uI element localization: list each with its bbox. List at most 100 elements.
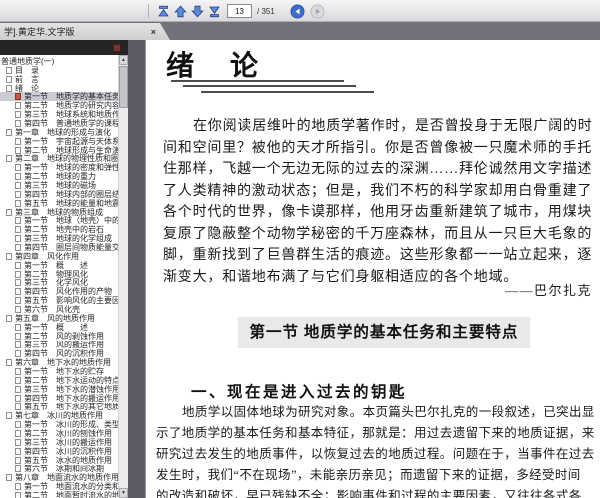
body-line: 研究过去发生的地质事件，以恢复过去的地质过程。问题在于，当事件在过去 (156, 447, 595, 461)
title-underline (171, 80, 344, 82)
toc-item[interactable]: 第二节 地下水运动的特点 (0, 376, 118, 385)
toc-item-label: 第七章 冰川的地质作用 (15, 411, 103, 421)
history-back-button[interactable] (289, 3, 306, 19)
scrollbar-track[interactable] (119, 108, 128, 488)
toc-item[interactable]: 第四节 地球内部的圈层结 (0, 190, 118, 199)
panel-pin-icon[interactable] (113, 43, 121, 52)
toc-item[interactable]: 第一节 地面流水的分类和 (0, 482, 118, 491)
toc-item-label: 第一节 地质学的基本任务 (24, 92, 118, 102)
toc-item[interactable]: 普通地质学(一) (0, 57, 118, 66)
toc-item[interactable]: 第五节 影响风化的主要因 (0, 296, 118, 305)
toc-item[interactable]: 第四节 普通地质学的课程 (0, 119, 118, 128)
page-icon (6, 252, 12, 260)
toc-item[interactable]: 第三节 地下水的潜蚀作用 (0, 385, 118, 394)
toc-item[interactable]: 第五节 地下水的其它地质 (0, 402, 118, 412)
toc-item[interactable]: 第一节 地球的密度和弹性 (0, 163, 118, 172)
toc-item[interactable]: 目 录 (0, 66, 118, 75)
toc-item-label: 第五节 冰水的地质作用 (24, 455, 112, 465)
toc-item[interactable]: 第四节 风化作用的产物 (0, 287, 118, 296)
toc-item[interactable]: 绪 论 (0, 83, 118, 93)
next-page-button[interactable] (189, 3, 206, 19)
toc-item[interactable]: 第一章 地球的形成与演化 (0, 128, 118, 137)
toc-item[interactable]: 第二节 地球形成与生命演 (0, 146, 118, 154)
toc-item[interactable]: 第二节 物理风化 (0, 269, 118, 279)
toc-item[interactable]: 第八章 地面流水的地质作用 (0, 473, 118, 482)
toc-item[interactable]: 第一节 冰川的形成、类型 (0, 420, 118, 429)
page-icon (15, 102, 21, 110)
toc-item[interactable]: 第三节 化学风化 (0, 278, 118, 287)
body-line: 示了地质学的基本任务和基本特征，那就是：用过去遗留下来的地质证据，来 (156, 426, 595, 440)
body-line: 发生时，我们“不在现场”，未能亲历亲见；而遗留下来的证据，多经受时间 (156, 468, 581, 482)
toc-item[interactable]: 第二节 风的剥蚀作用 (0, 332, 118, 341)
scrollbar-thumb[interactable] (119, 66, 128, 108)
page-icon (6, 359, 12, 367)
toc-item[interactable]: 第三节 地球系统和地质作 (0, 110, 118, 119)
toc-item[interactable]: 第五章 风的地质作用 (0, 314, 118, 323)
quote-line: 住那样，飞越一个无边无际的过去的深渊……拜伦诚然用文字描述 (163, 162, 593, 177)
page-number-input[interactable] (227, 4, 252, 18)
page-icon (6, 84, 12, 92)
toc-item[interactable]: 第二节 地面暂时流水的地 (0, 491, 118, 498)
scroll-up-icon[interactable]: ▲ (119, 55, 128, 65)
toc-item-label: 第二节 物理风化 (24, 269, 88, 279)
toc-item[interactable]: 第一节 地球（地壳）中的 (0, 216, 118, 225)
previous-page-button[interactable] (172, 3, 189, 19)
title-underline (183, 85, 356, 87)
page-nav-group: / 351 (148, 3, 326, 19)
toc-item[interactable]: 第七章 冰川的地质作用 (0, 411, 118, 420)
toc-item[interactable]: 第一节 地质学的基本任务 (0, 92, 118, 102)
arrow-down-icon (191, 5, 204, 17)
first-page-button[interactable] (155, 3, 172, 19)
page-icon (15, 146, 21, 154)
page-icon (15, 190, 21, 198)
document-page: 绪 论 在你阅读居维叶的地质学著作时，是否曾投身于无限广阔的时 间和空间里？被他的… (145, 40, 600, 498)
toc-item[interactable]: 第四节 冰川的沉积作用 (0, 447, 118, 456)
toc-item[interactable]: 第三节 地球的化学组成 (0, 234, 118, 243)
toc-item[interactable]: 第四节 圈层间物质能量交 (0, 243, 118, 252)
toc-item-label: 第四节 圈层间物质能量交 (24, 243, 118, 252)
last-page-icon (209, 6, 220, 17)
toc-scrollbar[interactable]: ▲ ▼ (118, 55, 128, 498)
back-circle-icon (290, 4, 305, 18)
page-icon (15, 332, 21, 340)
toc-item-label: 绪 论 (15, 83, 39, 93)
toc-item[interactable]: 第二节 地壳中的岩石 (0, 225, 118, 234)
toc-item[interactable]: 第一节 地下水的贮存 (0, 367, 118, 376)
toc-item[interactable]: 第六节 冰期和间冰期 (0, 465, 118, 473)
toc-item[interactable]: 第二节 地质学的研究内容 (0, 101, 118, 110)
toc-item[interactable]: 第五节 地球的能量和地震 (0, 199, 118, 208)
toc-item-label: 第三节 地球的化学组成 (24, 234, 112, 244)
toc-item[interactable]: 第三节 风的搬运作用 (0, 341, 118, 349)
document-tab[interactable]: 学].黄定华.文字版 × (0, 23, 170, 40)
toc-item-label: 第五节 地下水的其它地质 (24, 402, 118, 412)
page-icon (15, 323, 21, 331)
scroll-down-icon[interactable]: ▼ (119, 488, 128, 498)
page-icon (15, 456, 21, 464)
tab-close-icon[interactable]: × (151, 27, 156, 37)
toc-item[interactable]: 前 言 (0, 75, 118, 84)
toc-item[interactable]: 第一节 概 述 (0, 323, 118, 332)
toc-item[interactable]: 第四节 风的沉积作用 (0, 349, 118, 358)
toc-item[interactable]: 第六节 风化壳 (0, 305, 118, 314)
toc-item[interactable]: 第三节 冰川的搬运作用 (0, 438, 118, 447)
toc-item[interactable]: 第四章 风化作用 (0, 252, 118, 261)
quote-line: 在你阅读居维叶的地质学著作时，是否曾投身于无限广阔的时 (193, 119, 593, 134)
toc-item[interactable]: 第二章 地球的物理性质和圈 (0, 154, 118, 163)
title-underline (201, 91, 374, 93)
toc-item[interactable]: 第二节 冰川的刨蚀作用 (0, 429, 118, 438)
page-icon (6, 66, 12, 74)
toc-item[interactable]: 第六章 地下水的地质作用 (0, 358, 118, 367)
toc-item-label: 前 言 (15, 74, 39, 84)
toc-item[interactable]: 第四节 地下水的搬运作用 (0, 394, 118, 403)
last-page-button[interactable] (206, 3, 223, 19)
toc-item[interactable]: 第三章 地球的物质组成 (0, 208, 118, 216)
page-icon (6, 314, 12, 322)
page-icon (15, 483, 21, 491)
page-icon (15, 235, 21, 243)
toc-item[interactable]: 第五节 冰水的地质作用 (0, 456, 118, 465)
toc-item[interactable]: 第一节 宇宙起源与天体系 (0, 137, 118, 146)
toc-item[interactable]: 第三节 地球的磁场 (0, 181, 118, 190)
toc-item[interactable]: 第一节 概 述 (0, 261, 118, 270)
toc-item[interactable]: 第二节 地球的重力 (0, 172, 118, 181)
history-forward-button[interactable] (309, 3, 326, 19)
